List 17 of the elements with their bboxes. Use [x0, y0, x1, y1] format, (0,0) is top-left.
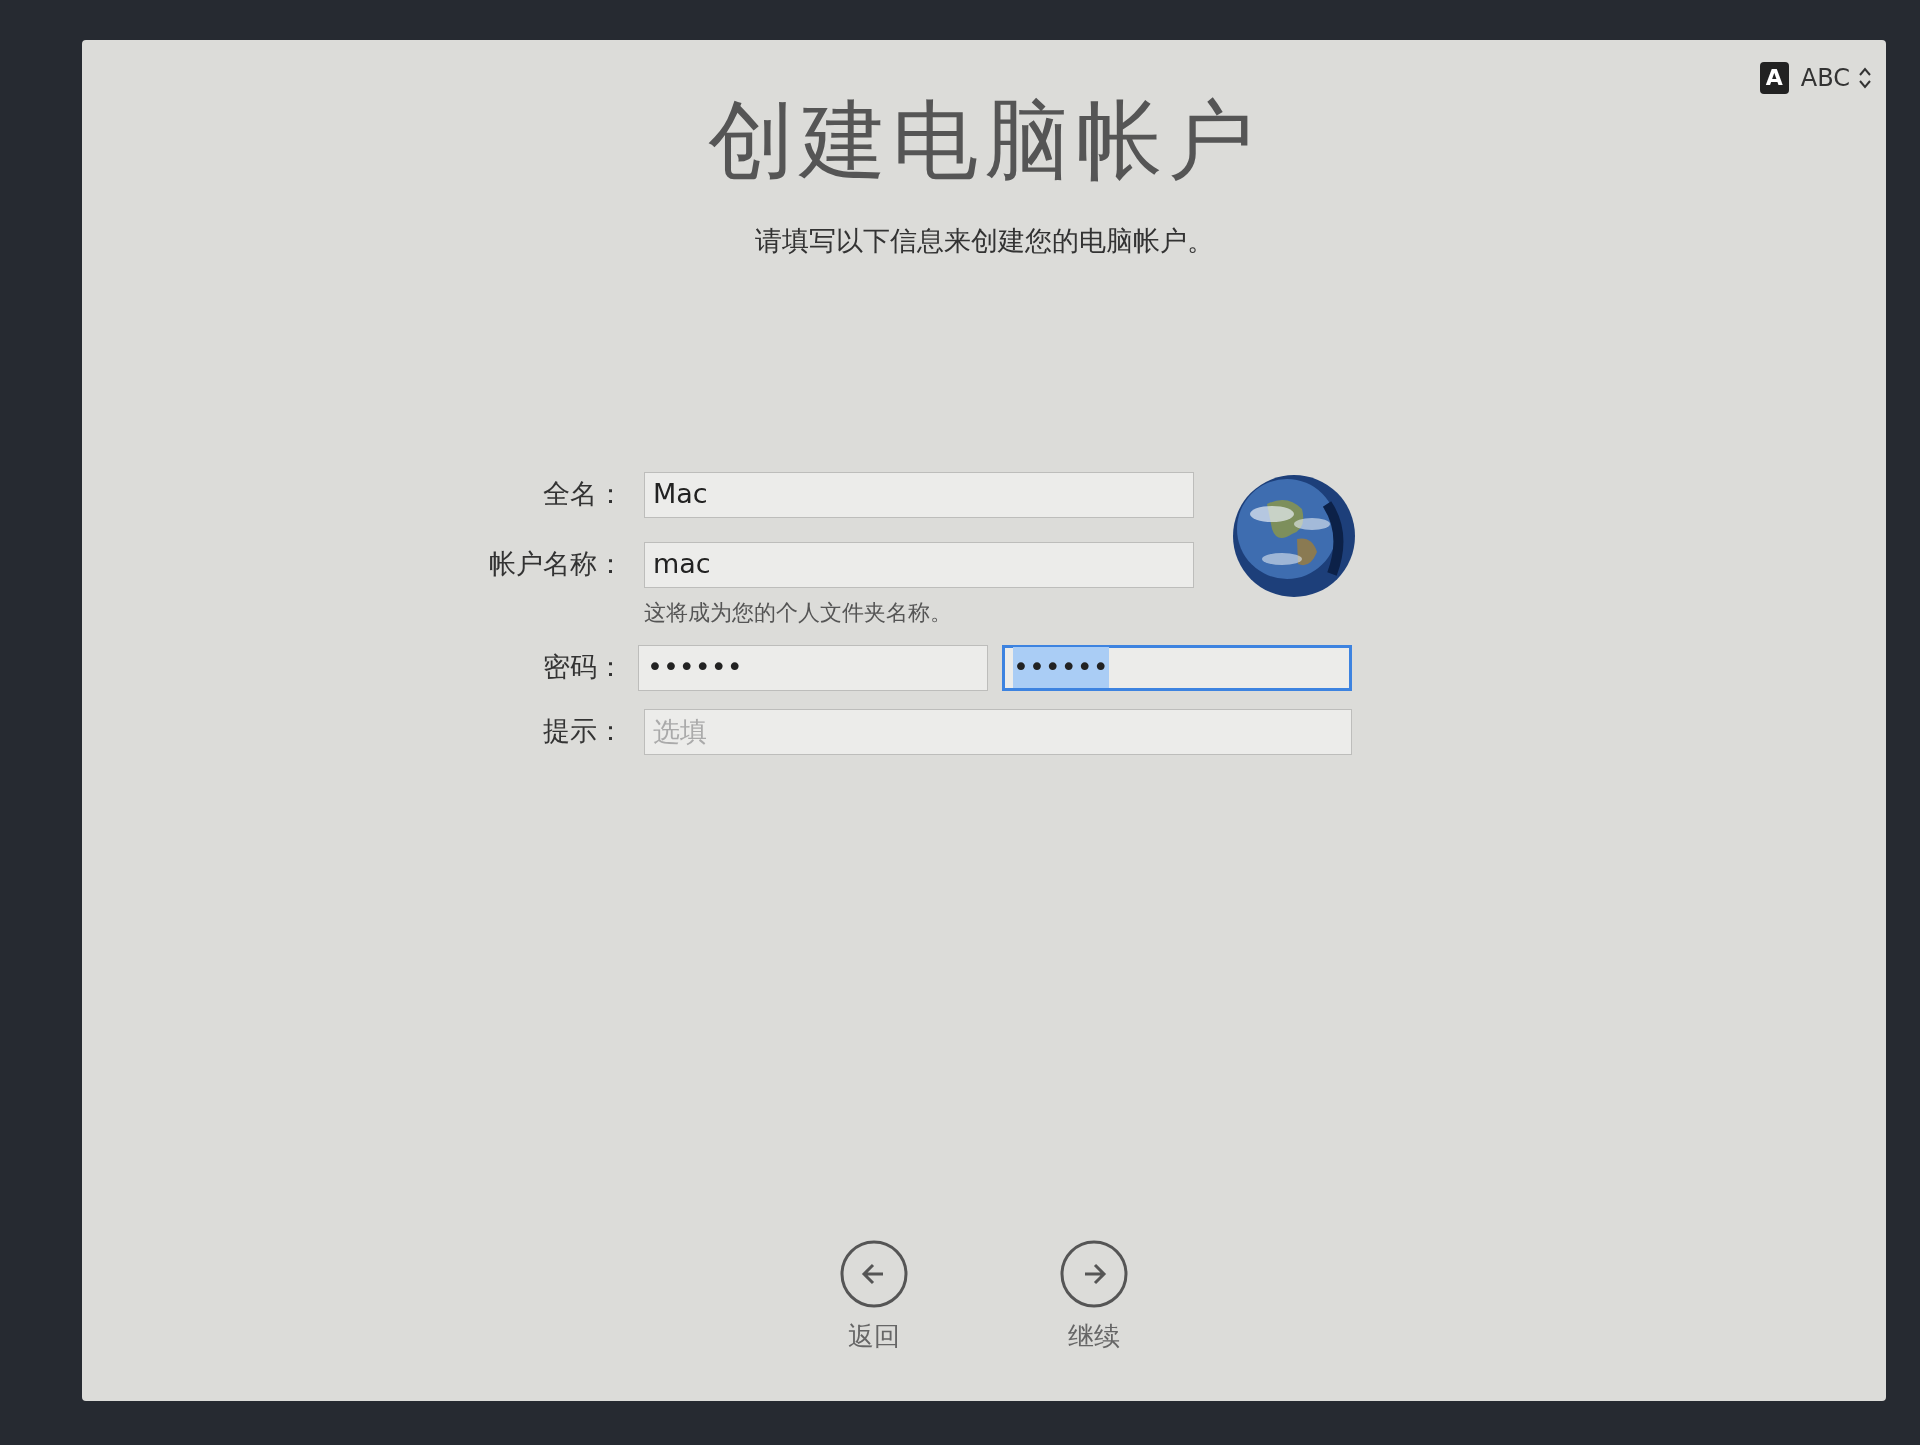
input-source-menu[interactable]: ABC	[1800, 60, 1872, 96]
field-label: 提示：	[542, 714, 624, 749]
input-source-badge: A	[1759, 62, 1789, 94]
back-button[interactable]: 返回	[839, 1239, 909, 1356]
field-label: 全名：	[542, 477, 624, 512]
field-label: 帐户名称：	[488, 547, 624, 582]
hint-field[interactable]: 选填	[644, 708, 1352, 755]
account-name-field[interactable]: mac	[644, 541, 1194, 588]
page-subtitle: 请填写以下信息来创建您的电脑帐户。	[754, 224, 1214, 258]
chevron-updown-icon	[1858, 65, 1872, 91]
field-label: 密码：	[542, 650, 624, 685]
verify-password-field[interactable]: ••••••	[1002, 644, 1352, 691]
password-field[interactable]: ••••••	[638, 644, 988, 691]
continue-button[interactable]: 继续	[1059, 1239, 1129, 1356]
page-title: 创建电脑帐户	[708, 89, 1260, 192]
full-name-field[interactable]: Mac	[644, 471, 1194, 518]
field-note: 这将成为您的个人文件夹名称。	[644, 598, 953, 627]
